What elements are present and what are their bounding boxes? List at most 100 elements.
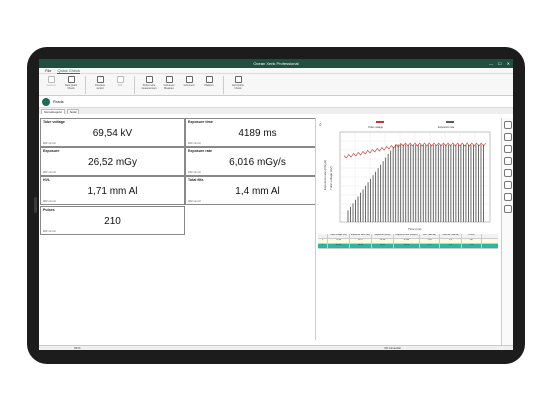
ribbon-label: Platform <box>204 84 214 87</box>
table-row[interactable]: 2 69,54 4189 26,52 6,016 1,71 1,4 210 <box>318 244 498 249</box>
measurement-label: Pulses <box>43 208 55 212</box>
ribbon-button[interactable]: Show more measurement <box>141 76 157 90</box>
device-icon[interactable] <box>42 97 50 106</box>
table-cell: 26,52 <box>372 244 394 248</box>
result-table: Tube voltage (kV) Exposure time (ms) Expos… <box>318 234 498 264</box>
ribbon-label: Comment Measure <box>163 84 175 90</box>
ribbon-label: Show more measurement <box>141 84 157 90</box>
table-cell: 4189 <box>350 244 372 248</box>
table-cell: Exposure time (ms) <box>350 234 372 238</box>
ribbon-separator <box>134 76 135 94</box>
settings-icon[interactable] <box>503 193 512 201</box>
measurement-cell: Exposure time 4189 ms W/2 mm Al <box>185 118 330 147</box>
ribbon-button[interactable]: Comment Measure <box>161 76 177 90</box>
table-cell: 207 <box>462 239 482 243</box>
waveform-chart: ⌕ Tube voltage Exposure rate Exposure rate … <box>318 120 498 232</box>
measurement-value: 6,016 mGy/s <box>229 157 286 168</box>
close-icon[interactable]: ✕ <box>507 61 510 66</box>
table-cell: 4127 <box>350 239 372 243</box>
tab-normal[interactable]: Normal/Legend <box>41 109 65 114</box>
ribbon-button[interactable]: Edit <box>112 76 128 87</box>
ribbon-button[interactable]: Comment <box>181 76 197 87</box>
chart-svg: ⌕ Tube voltage Exposure rate Exposure rate … <box>319 121 491 231</box>
measurement-label: Exposure <box>43 149 60 153</box>
measurement-label: Tube voltage <box>43 120 65 124</box>
chart-panel: ⌕ Tube voltage Exposure rate Exposure rate … <box>315 118 500 340</box>
ribbon-icon <box>116 76 124 83</box>
legend-label-rate: Exposure rate <box>438 125 455 129</box>
table-cell: 1,4 <box>440 244 462 248</box>
legend-swatch-voltage <box>376 121 384 123</box>
zoom-icon: ⌕ <box>319 122 322 128</box>
y-axis-label: Exposure rate (mGy/s) <box>323 160 327 190</box>
measurement-value: 26,52 mGy <box>88 157 137 168</box>
measurement-unit: W/2 mm Al <box>43 171 56 174</box>
measurement-value: 1,71 mm Al <box>87 186 138 197</box>
legend-label-voltage: Tube voltage <box>368 125 383 129</box>
measurement-label: HVL <box>43 178 51 182</box>
ribbon-button[interactable]: Platform <box>201 76 217 87</box>
measurement-cell: Tube voltage 69,54 kV W/2 mm Al <box>40 118 185 147</box>
ribbon-label: Edit <box>117 84 123 87</box>
ribbon-label: Connect <box>46 84 56 87</box>
minimize-icon[interactable]: — <box>489 61 493 66</box>
table-cell: 1,4 <box>440 239 462 243</box>
ribbon-icon <box>165 76 173 83</box>
copy-icon[interactable] <box>503 157 512 165</box>
table-cell: 71,85 <box>328 239 350 243</box>
measurement-unit: W/2 mm Al <box>43 230 56 233</box>
y2-axis-label: Tube voltage (kV) <box>329 166 333 190</box>
ribbon-button[interactable]: Connect <box>43 76 59 87</box>
connect-icon[interactable] <box>503 205 512 213</box>
measurement-label: Exposure time <box>188 120 213 124</box>
table-cell <box>318 234 328 238</box>
right-toolbar <box>501 118 513 350</box>
ribbon-button[interactable]: Previous record <box>92 76 108 90</box>
ribbon-separator <box>223 76 224 94</box>
measurement-unit: W/2 mm Al <box>43 142 56 145</box>
clock-icon[interactable] <box>503 121 512 129</box>
record-icon[interactable] <box>503 169 512 177</box>
table-cell: 6,016 <box>394 244 420 248</box>
measurement-cell: Exposure 26,52 mGy W/2 mm Al <box>40 147 185 176</box>
table-cell: 1,71 <box>420 244 440 248</box>
ribbon-icon <box>205 76 213 83</box>
ribbon-separator <box>85 76 86 94</box>
tab-serial[interactable]: Serial <box>66 109 80 114</box>
measurement-value: 4189 ms <box>238 128 277 139</box>
ribbon-icon <box>67 76 75 83</box>
ribbon-label: New Quick Check <box>64 84 78 90</box>
document-icon[interactable] <box>503 145 512 153</box>
ribbon-button[interactable]: New Quick Check <box>63 76 79 90</box>
measurement-unit: W/2 mm Al <box>43 200 56 203</box>
help-icon[interactable] <box>503 133 512 141</box>
ribbon-icon <box>47 76 55 83</box>
home-button <box>34 197 37 213</box>
measurement-value: 210 <box>104 216 121 227</box>
ribbon-icon <box>185 76 193 83</box>
menu-quick-check[interactable]: Quick Check <box>57 68 81 74</box>
ribbon-label: Previous record <box>95 84 105 90</box>
table-cell: 26,38 <box>372 239 394 243</box>
table-cell: Pulses <box>462 234 482 238</box>
device-bar: Rrads <box>39 96 513 108</box>
table-cell: 210 <box>462 244 482 248</box>
link-icon[interactable] <box>503 181 512 189</box>
measurement-cell: HVL 1,71 mm Al W/2 mm Al <box>40 176 185 205</box>
maximize-icon[interactable]: ☐ <box>498 61 502 66</box>
ribbon-button[interactable]: Exit Quick Check <box>230 76 246 90</box>
table-cell: 69,54 <box>328 244 350 248</box>
table-cell: HVL (mm Al) <box>420 234 440 238</box>
window-title: Ocean Xenk Professional <box>253 61 299 66</box>
status-left: OK % <box>74 346 81 350</box>
ribbon-icon <box>145 76 153 83</box>
measurement-value: 1,4 mm Al <box>235 186 280 197</box>
ribbon-icon <box>234 76 242 83</box>
menu-file[interactable]: File <box>45 68 51 73</box>
table-cell: 1 <box>318 239 328 243</box>
ribbon: Connect New Quick Check Previous record Edi… <box>39 74 513 96</box>
table-cell: 2 <box>318 244 328 248</box>
ribbon-icon <box>96 76 104 83</box>
measurement-cell: Pulses 210 W/2 mm Al <box>40 206 185 235</box>
measurement-label: Total filtr. <box>188 178 204 182</box>
